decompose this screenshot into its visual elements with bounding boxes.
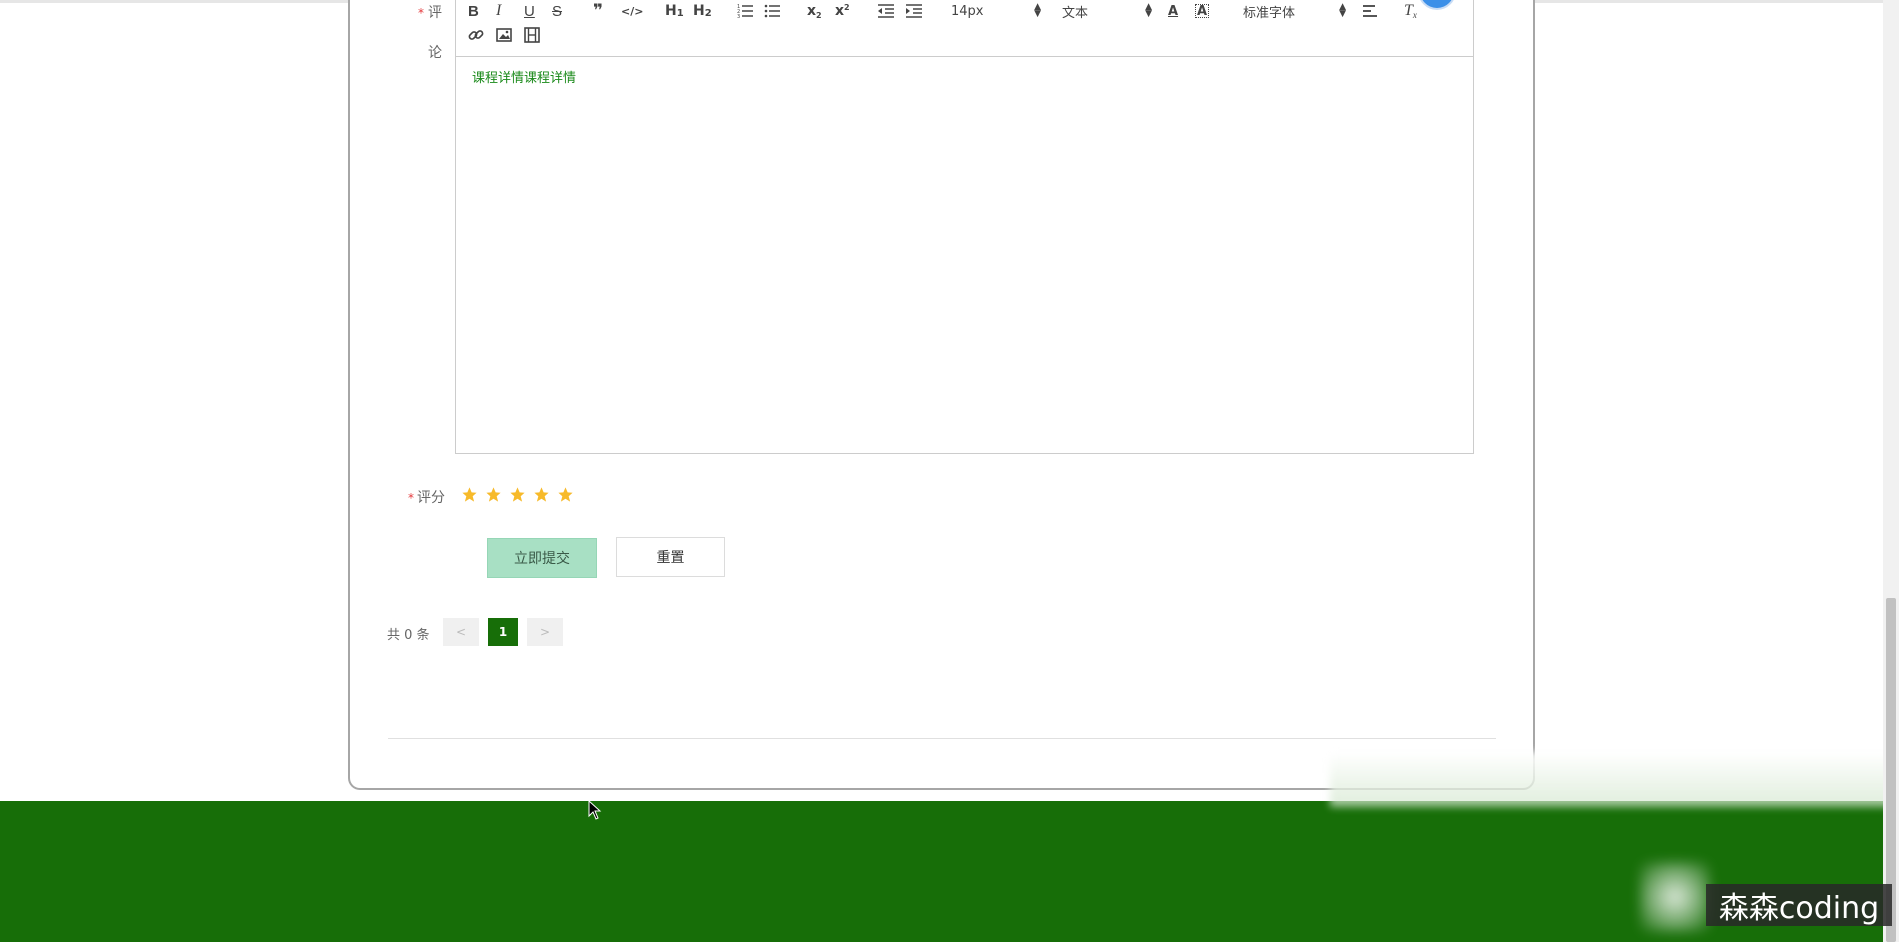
video-icon[interactable] (524, 25, 540, 45)
underline-icon[interactable]: U (524, 1, 535, 21)
comment-label: * 评 (418, 2, 442, 22)
align-icon[interactable] (1363, 1, 1379, 21)
rating-label: * 评分 (408, 487, 445, 507)
prev-page-button[interactable]: < (443, 618, 479, 646)
select-arrows-icon: ▲ ▼ (1034, 2, 1041, 19)
star-icon[interactable] (485, 486, 502, 503)
superscript-icon[interactable]: x2 (835, 1, 850, 21)
page-number-button[interactable]: 1 (488, 618, 518, 646)
editor-toolbar: B I U S ❞ </> H1 H2 123 x2 x2 14px ▲ ▼ 文… (456, 0, 1473, 57)
mouse-cursor-icon (588, 800, 602, 820)
h1-icon[interactable]: H1 (665, 1, 684, 21)
blurred-overlay (1330, 752, 1899, 807)
star-icon[interactable] (461, 486, 478, 503)
h2-icon[interactable]: H2 (693, 1, 712, 21)
star-rating[interactable] (461, 486, 574, 503)
link-icon[interactable] (468, 25, 484, 45)
indent-icon[interactable] (906, 1, 922, 21)
required-mark: * (408, 491, 414, 505)
header-type-select[interactable]: 文本 ▲ ▼ (1062, 1, 1152, 21)
reset-button[interactable]: 重置 (616, 537, 725, 577)
font-size-value: 14px (951, 3, 984, 19)
star-icon[interactable] (557, 486, 574, 503)
submit-button[interactable]: 立即提交 (487, 538, 597, 578)
watermark: 森森coding (1706, 884, 1892, 926)
bold-icon[interactable]: B (468, 1, 479, 21)
background-color-icon[interactable]: A (1195, 4, 1209, 19)
clear-format-icon[interactable]: Tx (1404, 1, 1417, 21)
font-color-icon[interactable]: A (1168, 1, 1178, 21)
outdent-icon[interactable] (878, 1, 894, 21)
subscript-icon[interactable]: x2 (807, 1, 822, 21)
star-icon[interactable] (509, 486, 526, 503)
strikethrough-icon[interactable]: S (552, 1, 562, 21)
image-icon[interactable] (496, 25, 512, 45)
rich-text-editor: B I U S ❞ </> H1 H2 123 x2 x2 14px ▲ ▼ 文… (455, 0, 1474, 454)
rating-label-text: 评分 (417, 490, 445, 506)
page: * 评 论 B I U S ❞ </> H1 H2 123 x2 x2 14px… (0, 0, 1899, 942)
bullet-list-icon[interactable] (764, 1, 780, 21)
select-arrows-icon: ▲ ▼ (1339, 2, 1346, 19)
comment-label-bottom: 论 (428, 45, 442, 61)
blurred-image (1640, 862, 1710, 932)
italic-icon[interactable]: I (496, 1, 501, 21)
select-arrows-icon: ▲ ▼ (1145, 2, 1152, 19)
comment-label-top: 评 (428, 5, 442, 21)
font-size-select[interactable]: 14px ▲ ▼ (951, 1, 1041, 21)
pagination-total: 共 0 条 (387, 628, 430, 643)
ordered-list-icon[interactable]: 123 (737, 1, 753, 21)
required-mark: * (418, 6, 424, 20)
blockquote-icon[interactable]: ❞ (593, 1, 603, 21)
footer (0, 801, 1899, 942)
font-family-value: 标准字体 (1243, 5, 1296, 21)
divider (388, 738, 1496, 739)
font-family-select[interactable]: 标准字体 ▲ ▼ (1243, 1, 1346, 21)
code-block-icon[interactable]: </> (621, 1, 643, 21)
next-page-button[interactable]: > (527, 618, 563, 646)
editor-content-text: 课程详情课程详情 (472, 71, 577, 86)
header-type-value: 文本 (1062, 5, 1089, 21)
editor-content[interactable]: 课程详情课程详情 (456, 57, 1473, 453)
svg-text:3: 3 (737, 14, 740, 19)
star-icon[interactable] (533, 486, 550, 503)
